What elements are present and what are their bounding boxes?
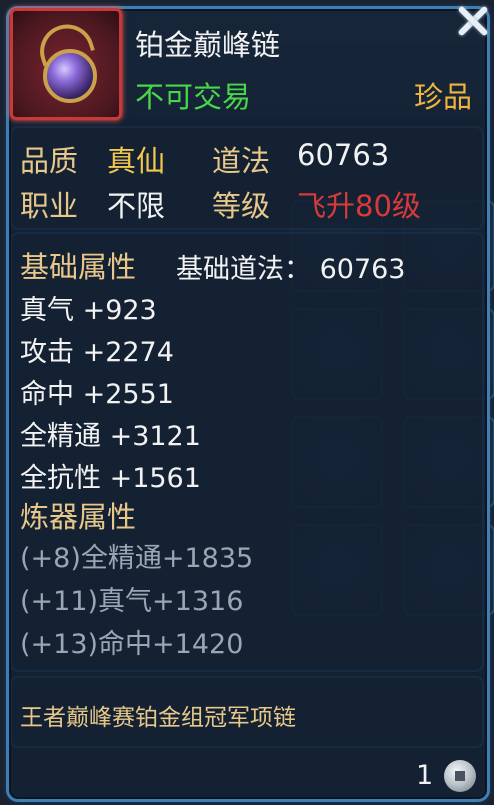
level-label: 等级 <box>212 189 271 223</box>
item-count: 1 <box>416 760 434 791</box>
class-label: 职业 <box>20 189 79 223</box>
class-value: 不限 <box>107 189 166 223</box>
refine-stat-line: (+11)真气+1316 <box>20 586 244 617</box>
item-description: 王者巅峰赛铂金组冠军项链 <box>20 705 296 731</box>
necklace-icon <box>10 8 122 120</box>
stat-line: 全抗性 +1561 <box>20 463 201 494</box>
stat-line: 全精通 +3121 <box>20 421 201 452</box>
close-icon[interactable] <box>452 0 492 40</box>
trade-status: 不可交易 <box>135 80 252 114</box>
rarity-badge: 珍品 <box>414 80 473 114</box>
stat-line: 命中 +2551 <box>20 379 174 410</box>
item-name: 铂金巅峰链 <box>135 28 281 62</box>
refine-stat-line: (+8)全精通+1835 <box>20 543 254 574</box>
refine-section-title: 炼器属性 <box>20 500 137 534</box>
daofa-label: 道法 <box>212 144 271 178</box>
refine-stat-line: (+13)命中+1420 <box>20 629 244 660</box>
level-value: 飞升80级 <box>297 189 421 223</box>
stat-line: 真气 +923 <box>20 295 157 326</box>
quality-label: 品质 <box>20 144 79 178</box>
daofa-value: 60763 <box>297 138 390 172</box>
quality-value: 真仙 <box>107 144 166 178</box>
base-daofa: 基础道法： 60763 <box>176 254 406 285</box>
base-section-title: 基础属性 <box>20 250 137 284</box>
coin-icon <box>444 760 476 792</box>
stat-line: 攻击 +2274 <box>20 337 174 368</box>
